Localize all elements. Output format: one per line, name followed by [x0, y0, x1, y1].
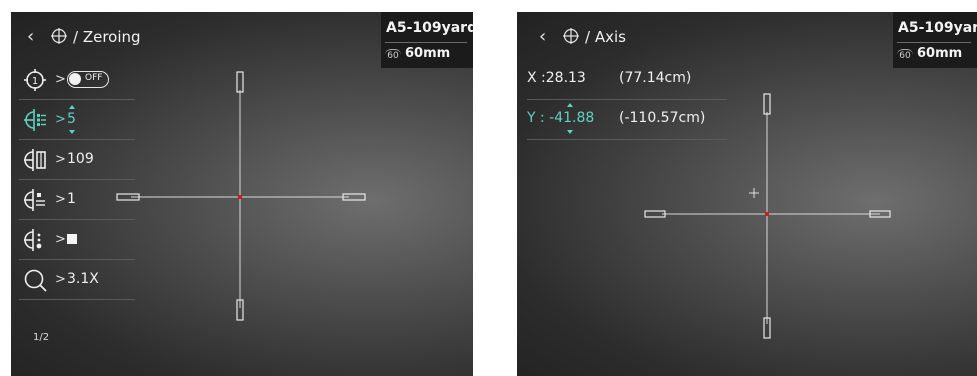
- reticle-top-post: [236, 71, 244, 93]
- zeroing-screen: ‹ / Zeroing A5-109yard 60 60mm 1 > OFF >…: [11, 12, 473, 376]
- axis-screen: ‹ / Axis A5-109yard 60 60mm X :28.13 (77…: [517, 12, 977, 376]
- reticle-center-dot: [765, 212, 769, 216]
- reticle-top-post: [763, 93, 771, 115]
- reticle: [644, 93, 891, 339]
- reticle: [116, 71, 366, 321]
- reticle-center-dot: [238, 195, 242, 199]
